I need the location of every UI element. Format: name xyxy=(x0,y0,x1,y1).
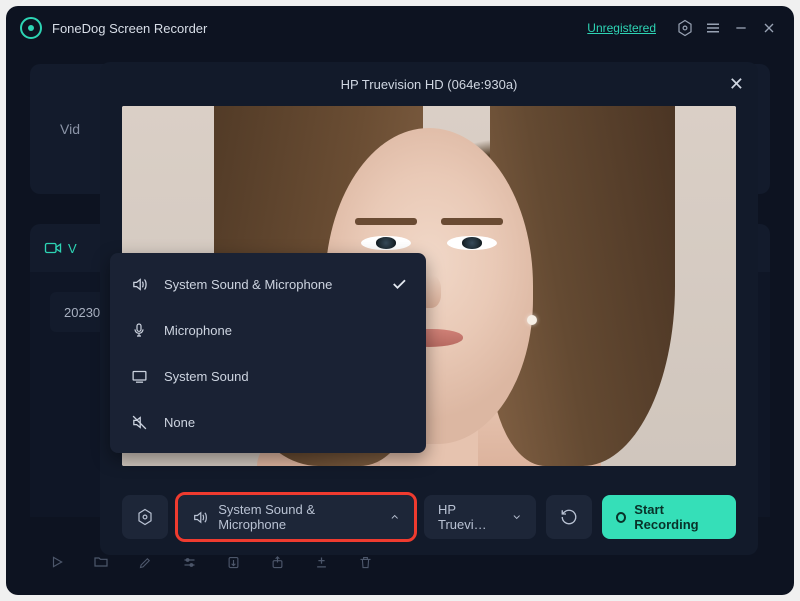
edit-icon[interactable] xyxy=(136,553,154,571)
register-link[interactable]: Unregistered xyxy=(587,21,656,35)
start-recording-button[interactable]: Start Recording xyxy=(602,495,736,539)
audio-source-dropdown: System Sound & Microphone Microphone Sys… xyxy=(110,253,426,453)
audio-option-system-and-mic[interactable]: System Sound & Microphone xyxy=(110,261,426,307)
settings-hex-icon[interactable] xyxy=(674,17,696,39)
app-title: FoneDog Screen Recorder xyxy=(52,21,207,36)
start-recording-label: Start Recording xyxy=(634,502,722,532)
add-icon[interactable] xyxy=(312,553,330,571)
chevron-up-icon xyxy=(389,511,400,523)
audio-option-label: System Sound & Microphone xyxy=(164,277,332,292)
record-icon xyxy=(616,512,626,523)
folder-icon[interactable] xyxy=(92,553,110,571)
trash-icon[interactable] xyxy=(356,553,374,571)
export-icon[interactable] xyxy=(268,553,286,571)
camera-selector[interactable]: HP Truevi… xyxy=(424,495,536,539)
chevron-down-icon xyxy=(511,511,522,523)
titlebar: FoneDog Screen Recorder Unregistered xyxy=(6,6,794,50)
refresh-button[interactable] xyxy=(546,495,592,539)
modal-controls: System Sound & Microphone HP Truevi… Sta… xyxy=(122,493,736,541)
speaker-icon xyxy=(192,509,208,526)
audio-source-selector[interactable]: System Sound & Microphone xyxy=(178,495,414,539)
menu-icon[interactable] xyxy=(702,17,724,39)
audio-option-label: Microphone xyxy=(164,323,232,338)
audio-select-wrapper: System Sound & Microphone xyxy=(178,495,414,539)
tab-video-label: V xyxy=(68,241,77,256)
convert-icon[interactable] xyxy=(224,553,242,571)
close-button[interactable] xyxy=(758,17,780,39)
audio-source-label: System Sound & Microphone xyxy=(218,502,378,532)
tab-video[interactable]: V xyxy=(44,241,77,256)
audio-option-label: System Sound xyxy=(164,369,249,384)
app-logo-icon xyxy=(20,17,42,39)
audio-option-microphone[interactable]: Microphone xyxy=(110,307,426,353)
sliders-icon[interactable] xyxy=(180,553,198,571)
modal-title: HP Truevision HD (064e:930a) xyxy=(341,77,518,92)
speaker-icon xyxy=(128,276,150,293)
speaker-off-icon xyxy=(128,414,150,431)
video-icon xyxy=(44,241,62,255)
modal-header: HP Truevision HD (064e:930a) ✕ xyxy=(100,62,758,106)
microphone-icon xyxy=(128,322,150,338)
camera-label: HP Truevi… xyxy=(438,502,505,532)
app-window: FoneDog Screen Recorder Unregistered Vid… xyxy=(6,6,794,595)
audio-option-label: None xyxy=(164,415,195,430)
play-icon[interactable] xyxy=(48,553,66,571)
audio-option-none[interactable]: None xyxy=(110,399,426,445)
minimize-button[interactable] xyxy=(730,17,752,39)
monitor-icon xyxy=(128,368,150,385)
audio-option-system-sound[interactable]: System Sound xyxy=(110,353,426,399)
modal-close-button[interactable]: ✕ xyxy=(729,74,744,95)
preview-settings-button[interactable] xyxy=(122,495,168,539)
check-icon xyxy=(390,275,408,293)
